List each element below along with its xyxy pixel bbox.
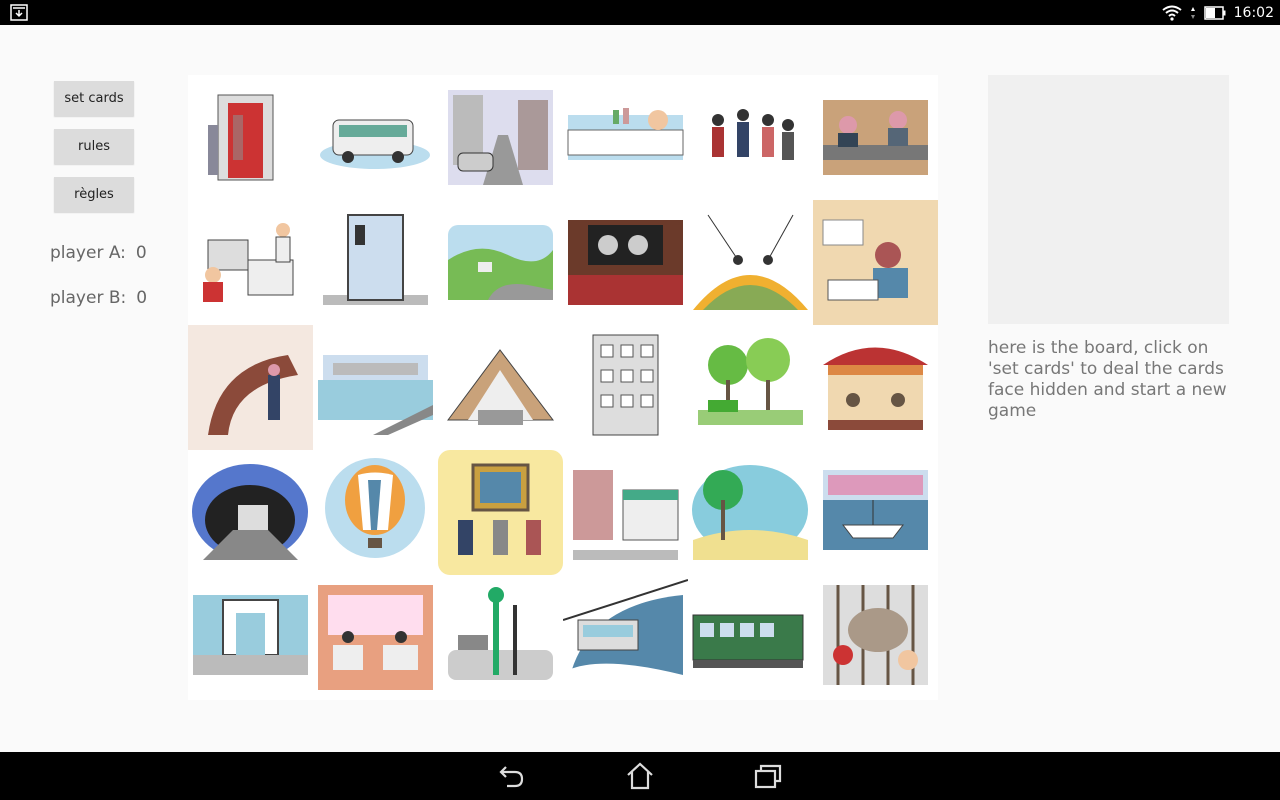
card-museum-painting[interactable]	[438, 450, 563, 575]
card-attic[interactable]	[438, 325, 563, 450]
carousel-scene-icon	[813, 325, 938, 450]
bus-scene-icon	[313, 75, 438, 200]
train-scene-icon	[688, 575, 813, 700]
card-carousel[interactable]	[813, 325, 938, 450]
card-park[interactable]	[688, 325, 813, 450]
metro-scene-icon	[188, 450, 313, 575]
museum-scene-icon	[438, 450, 563, 575]
circus-scene-icon	[688, 200, 813, 325]
player-b-value: 0	[136, 288, 148, 308]
card-office-computers[interactable]	[188, 200, 313, 325]
village-scene-icon	[563, 450, 688, 575]
crowd-scene-icon	[688, 75, 813, 200]
balloon-scene-icon	[313, 450, 438, 575]
card-preview-panel	[988, 75, 1229, 324]
card-cafe-bar[interactable]	[813, 75, 938, 200]
beach-scene-icon	[688, 450, 813, 575]
regles-button[interactable]: règles	[54, 177, 134, 212]
signal-arrows-icon	[1190, 6, 1195, 19]
card-train-wagon[interactable]	[688, 575, 813, 700]
arch-scene-icon	[188, 575, 313, 700]
river-scene-icon	[313, 325, 438, 450]
player-b-label: player B:	[50, 288, 127, 308]
bath-scene-icon	[563, 75, 688, 200]
park-scene-icon	[688, 325, 813, 450]
card-grande-arche[interactable]	[188, 575, 313, 700]
card-cinema[interactable]	[563, 200, 688, 325]
card-dancing-crowd[interactable]	[688, 75, 813, 200]
phonebooth-scene-icon	[313, 200, 438, 325]
card-countryside[interactable]	[438, 200, 563, 325]
recent-apps-icon	[754, 764, 782, 789]
card-classroom[interactable]	[813, 200, 938, 325]
card-apartment-building[interactable]	[563, 325, 688, 450]
card-restaurant[interactable]	[313, 575, 438, 700]
instructions-text: here is the board, click on 'set cards' …	[988, 338, 1227, 421]
cablecar-scene-icon	[563, 575, 688, 700]
street-scene-icon	[438, 75, 563, 200]
attic-scene-icon	[438, 325, 563, 450]
player-a-value: 0	[135, 243, 147, 263]
lamp-scene-icon	[438, 575, 563, 700]
rules-button[interactable]: rules	[54, 129, 134, 164]
staircase-scene-icon	[188, 325, 313, 450]
home-icon	[627, 762, 653, 790]
card-city-street[interactable]	[438, 75, 563, 200]
card-bathtub[interactable]	[563, 75, 688, 200]
card-circus-trapeze[interactable]	[688, 200, 813, 325]
recent-apps-button[interactable]	[748, 760, 788, 792]
set-cards-button[interactable]: set cards	[54, 81, 134, 116]
download-icon	[10, 4, 28, 21]
card-cable-car[interactable]	[563, 575, 688, 700]
home-button[interactable]	[620, 760, 660, 792]
zoo-scene-icon	[813, 575, 938, 700]
back-button[interactable]	[492, 760, 532, 792]
card-board	[188, 75, 938, 700]
status-bar: 16:02	[0, 0, 1280, 25]
card-street-lamp[interactable]	[438, 575, 563, 700]
card-tropical-beach[interactable]	[688, 450, 813, 575]
player-a-score: player A: 0	[50, 243, 147, 263]
player-b-score: player B: 0	[50, 288, 147, 308]
card-harbor-boats[interactable]	[813, 450, 938, 575]
elevator-scene-icon	[188, 75, 313, 200]
card-bus[interactable]	[313, 75, 438, 200]
card-metro-station[interactable]	[188, 450, 313, 575]
bar-scene-icon	[813, 75, 938, 200]
harbor-scene-icon	[813, 450, 938, 575]
card-elevator-doorway[interactable]	[188, 75, 313, 200]
clock: 16:02	[1233, 4, 1274, 21]
card-staircase[interactable]	[188, 325, 313, 450]
card-phone-booth[interactable]	[313, 200, 438, 325]
battery-icon	[1203, 5, 1226, 20]
card-zoo-elephant[interactable]	[813, 575, 938, 700]
navigation-bar	[0, 752, 1280, 800]
office-scene-icon	[188, 200, 313, 325]
card-village-square[interactable]	[563, 450, 688, 575]
card-river-seine[interactable]	[313, 325, 438, 450]
landscape-scene-icon	[438, 200, 563, 325]
cinema-scene-icon	[563, 200, 688, 325]
wifi-icon	[1162, 5, 1182, 21]
back-icon	[499, 766, 524, 788]
card-hot-air-balloon[interactable]	[313, 450, 438, 575]
building-scene-icon	[563, 325, 688, 450]
restaurant-scene-icon	[313, 575, 438, 700]
player-a-label: player A:	[50, 243, 126, 263]
classroom-scene-icon	[813, 200, 938, 325]
